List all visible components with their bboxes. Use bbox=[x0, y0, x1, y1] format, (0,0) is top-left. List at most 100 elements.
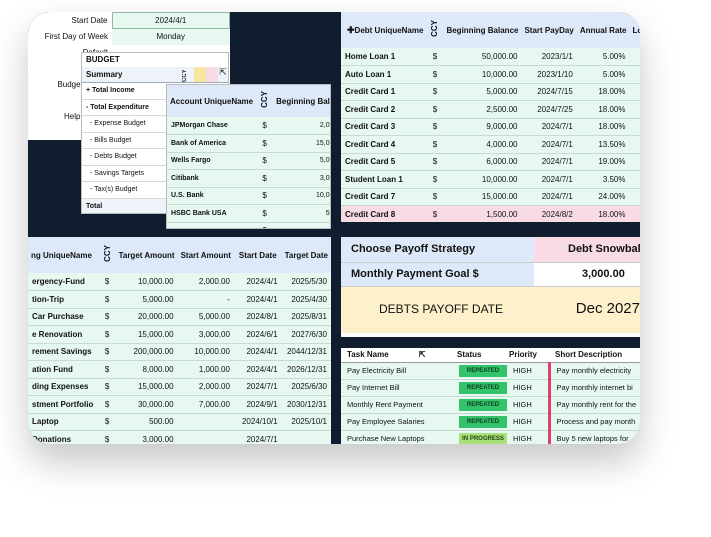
debt-term[interactable]: 1 bbox=[629, 170, 640, 189]
saving-start[interactable]: 2,000.00 bbox=[177, 378, 234, 396]
debt-term[interactable] bbox=[629, 48, 640, 66]
debt-rate[interactable]: 13.50% bbox=[576, 135, 630, 154]
debt-balance[interactable]: 10,000.00 bbox=[443, 170, 522, 189]
saving-target[interactable]: 5,000.00 bbox=[115, 290, 178, 309]
debt-start[interactable]: 2024/7/1 bbox=[521, 118, 577, 136]
saving-target[interactable]: 15,000.00 bbox=[115, 325, 178, 344]
saving-target-date[interactable]: 2025/10/1 bbox=[281, 413, 331, 431]
start-date-input[interactable]: 2024/4/1 bbox=[111, 12, 230, 29]
task-row[interactable]: Pay Employee Salaries REPEATED HIGH Proc… bbox=[341, 413, 640, 431]
saving-start[interactable]: 2,000.00 bbox=[177, 273, 234, 291]
saving-target-date[interactable]: 2025/5/30 bbox=[281, 273, 331, 291]
saving-start-date[interactable]: 2024/10/1 bbox=[233, 413, 282, 431]
saving-target-date[interactable] bbox=[281, 430, 331, 444]
debt-row[interactable]: Student Loan 1 $ 10,000.00 2024/7/1 3.50… bbox=[341, 170, 640, 189]
debt-balance[interactable]: 6,000.00 bbox=[443, 153, 522, 171]
saving-row[interactable]: tion-Trip $ 5,000.00 - 2024/4/1 2025/4/3… bbox=[28, 290, 331, 309]
debt-rate[interactable]: 24.00% bbox=[576, 188, 630, 206]
account-balance[interactable]: 2,000.00 bbox=[273, 117, 330, 135]
debt-balance[interactable]: 50,000.00 bbox=[443, 48, 522, 66]
saving-start[interactable]: - bbox=[177, 290, 234, 309]
account-balance[interactable]: 10,000.00 bbox=[273, 187, 330, 205]
account-row[interactable]: HSBC Bank USA $ 500.00 bbox=[167, 204, 330, 223]
task-status-badge[interactable]: REPEATED bbox=[459, 398, 507, 411]
saving-start-date[interactable]: 2024/6/1 bbox=[233, 325, 282, 344]
debt-balance[interactable]: 9,000.00 bbox=[443, 118, 522, 136]
debt-row[interactable]: Credit Card 3 $ 9,000.00 2024/7/1 18.00% bbox=[341, 118, 640, 136]
debt-rate[interactable]: 18.00% bbox=[576, 83, 630, 101]
debt-balance[interactable]: 4,000.00 bbox=[443, 135, 522, 154]
saving-row[interactable]: ergency-Fund $ 10,000.00 2,000.00 2024/4… bbox=[28, 273, 331, 291]
debt-row[interactable]: Credit Card 8 $ 1,500.00 2024/8/2 18.00% bbox=[341, 205, 640, 222]
debt-rate[interactable]: 18.00% bbox=[576, 100, 630, 119]
debt-term[interactable] bbox=[629, 153, 640, 171]
saving-target[interactable]: 500.00 bbox=[115, 413, 178, 431]
debt-start[interactable]: 2024/7/1 bbox=[521, 170, 577, 189]
saving-target[interactable]: 10,000.00 bbox=[115, 273, 178, 291]
saving-start-date[interactable]: 2024/8/1 bbox=[233, 308, 282, 326]
saving-row[interactable]: stment Portfolio $ 30,000.00 7,000.00 20… bbox=[28, 395, 331, 414]
account-row[interactable]: $ bbox=[167, 222, 330, 228]
debt-balance[interactable]: 15,000.00 bbox=[443, 188, 522, 206]
saving-target[interactable]: 15,000.00 bbox=[115, 378, 178, 396]
debt-row[interactable]: Credit Card 5 $ 6,000.00 2024/7/1 19.00% bbox=[341, 153, 640, 171]
saving-row[interactable]: Car Purchase $ 20,000.00 5,000.00 2024/8… bbox=[28, 308, 331, 326]
debt-term[interactable] bbox=[629, 100, 640, 119]
debt-row[interactable]: Credit Card 1 $ 5,000.00 2024/7/15 18.00… bbox=[341, 83, 640, 101]
saving-target[interactable]: 200,000.00 bbox=[115, 343, 178, 361]
saving-target[interactable]: 3,000.00 bbox=[115, 430, 178, 444]
saving-start[interactable]: 1,000.00 bbox=[177, 360, 234, 379]
account-row[interactable]: JPMorgan Chase $ 2,000.00 bbox=[167, 117, 330, 135]
saving-target-date[interactable]: 2030/12/31 bbox=[281, 395, 331, 414]
saving-target[interactable]: 20,000.00 bbox=[115, 308, 178, 326]
task-priority[interactable]: HIGH bbox=[509, 430, 549, 444]
debt-start[interactable]: 2024/7/25 bbox=[521, 100, 577, 119]
debt-balance[interactable]: 5,000.00 bbox=[443, 83, 522, 101]
debt-start[interactable]: 2024/7/1 bbox=[521, 188, 577, 206]
saving-start[interactable]: 3,000.00 bbox=[177, 325, 234, 344]
saving-target[interactable]: 30,000.00 bbox=[115, 395, 178, 414]
debt-balance[interactable]: 10,000.00 bbox=[443, 65, 522, 84]
debt-term[interactable] bbox=[629, 205, 640, 222]
debt-term[interactable] bbox=[629, 135, 640, 154]
debt-rate[interactable]: 5.00% bbox=[576, 65, 630, 84]
debt-rate[interactable]: 3.50% bbox=[576, 170, 630, 189]
debt-rate[interactable]: 18.00% bbox=[576, 118, 630, 136]
saving-target-date[interactable]: 2025/8/31 bbox=[281, 308, 331, 326]
account-balance[interactable] bbox=[273, 222, 330, 228]
task-row[interactable]: Monthly Rent Payment REPEATED HIGH Pay m… bbox=[341, 396, 640, 414]
debt-start[interactable]: 2024/7/15 bbox=[521, 83, 577, 101]
saving-target-date[interactable]: 2025/6/30 bbox=[281, 378, 331, 396]
saving-start[interactable] bbox=[177, 413, 234, 431]
debt-start[interactable]: 2024/8/2 bbox=[521, 205, 577, 222]
saving-start[interactable]: 5,000.00 bbox=[177, 308, 234, 326]
saving-start-date[interactable]: 2024/4/1 bbox=[233, 343, 282, 361]
task-row[interactable]: Pay Internet Bill REPEATED HIGH Pay mont… bbox=[341, 379, 640, 397]
task-status-badge[interactable]: REPEATED bbox=[459, 415, 507, 428]
task-status-badge[interactable]: REPEATED bbox=[459, 381, 507, 394]
saving-start-date[interactable]: 2024/7/1 bbox=[233, 378, 282, 396]
account-row[interactable]: U.S. Bank $ 10,000.00 bbox=[167, 187, 330, 205]
task-priority[interactable]: HIGH bbox=[509, 379, 549, 397]
saving-start[interactable]: 10,000.00 bbox=[177, 343, 234, 361]
saving-start[interactable]: 7,000.00 bbox=[177, 395, 234, 414]
saving-target-date[interactable]: 2026/12/31 bbox=[281, 360, 331, 379]
task-row[interactable]: Purchase New Laptops IN PROGRESS HIGH Bu… bbox=[341, 430, 640, 444]
saving-row[interactable]: ation Fund $ 8,000.00 1,000.00 2024/4/1 … bbox=[28, 360, 331, 379]
first-day-select[interactable]: Monday bbox=[112, 28, 230, 45]
debt-term[interactable] bbox=[629, 188, 640, 206]
saving-row[interactable]: Donations $ 3,000.00 2024/7/1 bbox=[28, 430, 331, 444]
saving-target[interactable]: 8,000.00 bbox=[115, 360, 178, 379]
account-row[interactable]: Citibank $ 3,000.00 bbox=[167, 169, 330, 188]
debt-term[interactable] bbox=[629, 65, 640, 84]
debt-rate[interactable]: 18.00% bbox=[576, 205, 630, 222]
task-priority[interactable]: HIGH bbox=[509, 362, 549, 380]
task-priority[interactable]: HIGH bbox=[509, 396, 549, 414]
debt-row[interactable]: Credit Card 2 $ 2,500.00 2024/7/25 18.00… bbox=[341, 100, 640, 119]
goal-input[interactable]: 3,000.00 bbox=[534, 263, 640, 286]
account-balance[interactable]: 5,000.00 bbox=[273, 152, 330, 170]
task-status-badge[interactable]: IN PROGRESS bbox=[459, 432, 507, 444]
saving-row[interactable]: ding Expenses $ 15,000.00 2,000.00 2024/… bbox=[28, 378, 331, 396]
saving-target-date[interactable]: 2025/4/30 bbox=[281, 290, 331, 309]
debt-row[interactable]: Home Loan 1 $ 50,000.00 2023/1/1 5.00% bbox=[341, 48, 640, 66]
